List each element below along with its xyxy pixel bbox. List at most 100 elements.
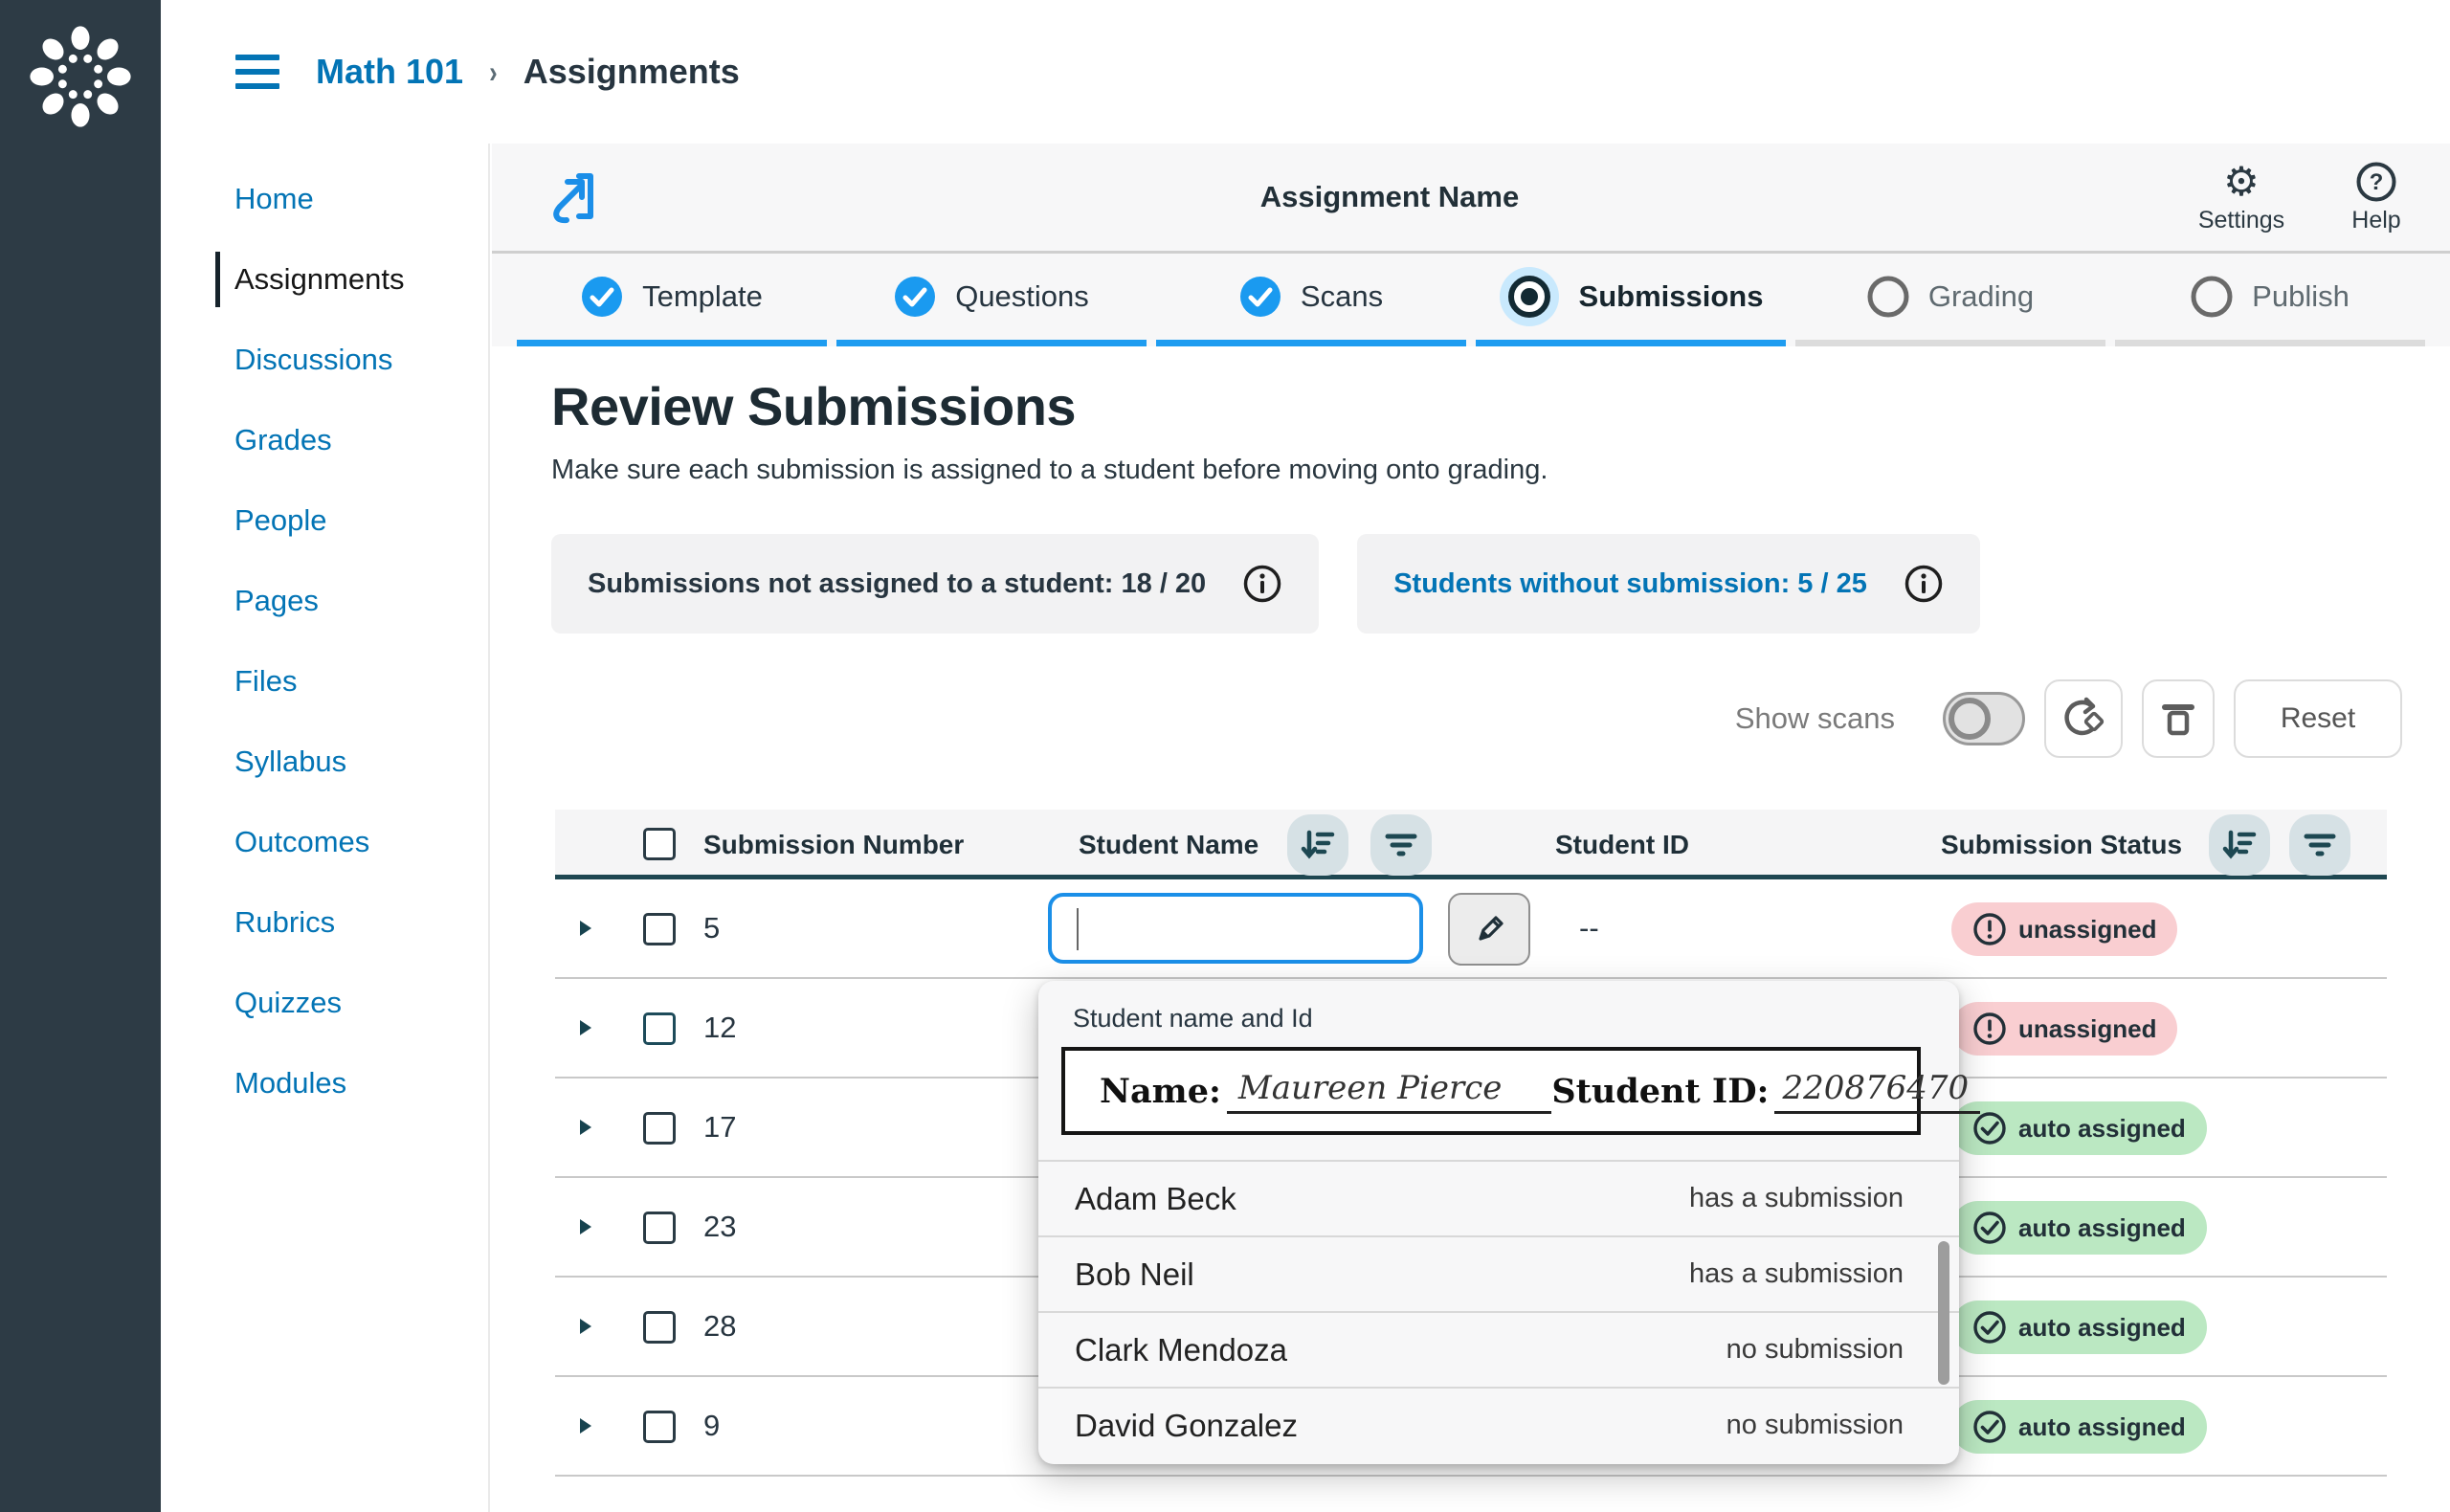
table-row: 5 -- unassigned	[555, 879, 2387, 979]
sidebar-item-rubrics[interactable]: Rubrics	[161, 882, 488, 963]
sidebar-item-people[interactable]: People	[161, 480, 488, 561]
settings-label: Settings	[2198, 207, 2284, 234]
reset-label: Reset	[2281, 702, 2355, 735]
chip-label: Submissions not assigned to a student: 1…	[588, 568, 1206, 600]
breadcrumb-separator: ›	[489, 55, 498, 90]
student-option-status: has a submission	[1689, 1258, 1904, 1290]
student-option-name: Bob Neil	[1075, 1256, 1194, 1293]
expand-row-icon[interactable]	[578, 1416, 593, 1435]
tab-publish[interactable]: Publish	[2115, 254, 2425, 346]
tab-template[interactable]: Template	[517, 254, 827, 346]
status-text: auto assigned	[2018, 1213, 2186, 1243]
scan-id-handwriting: 220876470	[1774, 1069, 1980, 1114]
help-icon: ?	[2355, 161, 2397, 203]
row-checkbox[interactable]	[643, 1112, 676, 1145]
row-checkbox[interactable]	[643, 1012, 676, 1045]
student-option[interactable]: David Gonzalez no submission	[1038, 1387, 1959, 1462]
row-checkbox[interactable]	[643, 913, 676, 945]
sidebar-item-discussions[interactable]: Discussions	[161, 320, 488, 400]
show-scans-toggle[interactable]	[1943, 692, 2025, 745]
scan-name-label: Name:	[1100, 1072, 1221, 1111]
course-nav: Home Assignments Discussions Grades Peop…	[161, 144, 490, 1512]
sidebar-item-quizzes[interactable]: Quizzes	[161, 963, 488, 1043]
sidebar-item-grades[interactable]: Grades	[161, 400, 488, 480]
summary-chips: Submissions not assigned to a student: 1…	[551, 534, 2450, 634]
tab-submissions[interactable]: Submissions	[1476, 254, 1786, 346]
tab-questions[interactable]: Questions	[836, 254, 1147, 346]
col-submission-status: Submission Status	[1941, 810, 2182, 879]
check-circle-icon	[894, 276, 936, 318]
tab-label: Submissions	[1579, 279, 1764, 314]
sidebar-item-assignments[interactable]: Assignments	[161, 239, 488, 320]
tab-grading[interactable]: Grading	[1795, 254, 2105, 346]
chip-link-label[interactable]: Students without submission: 5 / 25	[1393, 568, 1867, 600]
canvas-logo-icon[interactable]	[27, 23, 134, 130]
submission-number: 12	[703, 979, 736, 1077]
expand-row-icon[interactable]	[578, 1217, 593, 1236]
check-circle-icon	[1239, 276, 1281, 318]
breadcrumb-course-link[interactable]: Math 101	[316, 52, 463, 92]
scan-name-handwriting: Maureen Pierce	[1227, 1069, 1551, 1114]
sidebar-item-home[interactable]: Home	[161, 159, 488, 239]
show-scans-label: Show scans	[1735, 701, 1895, 736]
student-option[interactable]: Adam Beck has a submission	[1038, 1160, 1959, 1235]
table-controls: Show scans Reset	[551, 679, 2450, 758]
filter-student-name-button[interactable]	[1370, 814, 1432, 876]
select-all-checkbox[interactable]	[643, 828, 676, 860]
chip-unassigned-count: Submissions not assigned to a student: 1…	[551, 534, 1319, 634]
student-option-status: no submission	[1726, 1334, 1904, 1366]
student-option[interactable]: Bob Neil has a submission	[1038, 1235, 1959, 1311]
gear-icon: ⚙	[2223, 161, 2260, 203]
breadcrumb-bar: Math 101 › Assignments	[161, 0, 2450, 144]
status-text: auto assigned	[2018, 1313, 2186, 1343]
filter-icon	[2301, 826, 2339, 864]
scan-id-label: Student ID:	[1551, 1072, 1769, 1111]
student-option[interactable]: Clark Mendoza no submission	[1038, 1311, 1959, 1387]
settings-button[interactable]: ⚙ Settings	[2184, 144, 2299, 251]
dropdown-scrollbar[interactable]	[1938, 1241, 1949, 1385]
status-text: auto assigned	[2018, 1412, 2186, 1442]
help-label: Help	[2351, 207, 2400, 234]
col-submission-number: Submission Number	[703, 810, 964, 879]
status-text: auto assigned	[2018, 1114, 2186, 1144]
row-checkbox[interactable]	[643, 1411, 676, 1443]
info-icon[interactable]	[1242, 564, 1282, 604]
alert-circle-icon	[1972, 912, 2007, 946]
hamburger-menu-icon[interactable]	[235, 55, 279, 89]
sidebar-item-pages[interactable]: Pages	[161, 561, 488, 641]
sort-student-name-button[interactable]	[1287, 814, 1348, 876]
breadcrumb: Math 101 › Assignments	[316, 0, 740, 144]
student-option-name: David Gonzalez	[1075, 1408, 1298, 1444]
pencil-icon	[1470, 910, 1508, 948]
sidebar-item-modules[interactable]: Modules	[161, 1043, 488, 1123]
info-icon[interactable]	[1904, 564, 1944, 604]
rotate-scan-button[interactable]	[2044, 679, 2123, 758]
sidebar-item-outcomes[interactable]: Outcomes	[161, 802, 488, 882]
status-badge: auto assigned	[1951, 1400, 2207, 1454]
tab-label: Questions	[955, 279, 1089, 314]
submission-number: 28	[703, 1278, 736, 1375]
tab-label: Publish	[2252, 279, 2350, 314]
sort-submission-status-button[interactable]	[2209, 814, 2270, 876]
status-badge: auto assigned	[1951, 1101, 2207, 1155]
expand-row-icon[interactable]	[578, 1118, 593, 1137]
row-checkbox[interactable]	[643, 1311, 676, 1344]
row-checkbox[interactable]	[643, 1212, 676, 1244]
expand-row-icon[interactable]	[578, 1018, 593, 1037]
dropdown-label: Student name and Id	[1073, 1004, 1959, 1034]
status-badge: unassigned	[1951, 1002, 2177, 1056]
reset-button[interactable]: Reset	[2234, 679, 2402, 758]
filter-submission-status-button[interactable]	[2289, 814, 2350, 876]
screen: Math 101 › Assignments Home Assignments …	[0, 0, 2450, 1512]
edit-name-button[interactable]	[1448, 893, 1530, 966]
delete-button[interactable]	[2142, 679, 2215, 758]
student-name-input[interactable]	[1048, 893, 1423, 964]
expand-row-icon[interactable]	[578, 1317, 593, 1336]
col-student-id: Student ID	[1555, 810, 1689, 879]
sidebar-item-syllabus[interactable]: Syllabus	[161, 722, 488, 802]
tab-scans[interactable]: Scans	[1156, 254, 1466, 346]
expand-row-icon[interactable]	[578, 919, 593, 938]
help-button[interactable]: ? Help	[2324, 144, 2429, 251]
table-header-row: Submission Number Student Name	[555, 810, 2387, 879]
sidebar-item-files[interactable]: Files	[161, 641, 488, 722]
